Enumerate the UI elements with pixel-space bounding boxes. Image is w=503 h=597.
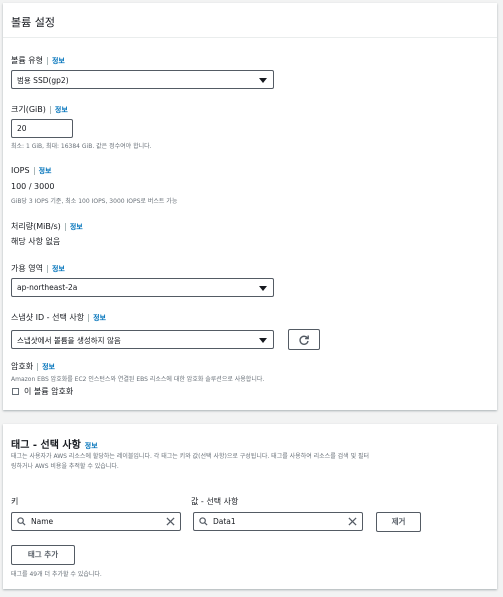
clear-icon[interactable]	[348, 517, 357, 526]
snapshot-info-link[interactable]: 정보	[88, 314, 106, 322]
tags-description-line2: 링하거나 AWS 비용을 추적할 수 있습니다.	[11, 463, 119, 470]
refresh-snapshots-button[interactable]	[288, 329, 320, 350]
encryption-label-row: 암호화 정보	[11, 361, 55, 372]
tag-value-input[interactable]: Data1	[193, 512, 363, 531]
size-value: 20	[17, 124, 27, 133]
encryption-hint: Amazon EBS 암호화를 EC2 인스턴스와 연결된 EBS 리소스에 대…	[11, 376, 265, 383]
clear-icon[interactable]	[166, 517, 175, 526]
volume-type-value: 범용 SSD(gp2)	[17, 76, 69, 85]
size-hint: 최소: 1 GiB, 최대: 16384 GiB. 값은 정수여야 합니다.	[11, 143, 152, 150]
chevron-down-icon	[259, 338, 267, 343]
chevron-down-icon	[259, 286, 267, 291]
tag-value-value: Data1	[213, 517, 236, 526]
availability-zone-select[interactable]: ap-northeast-2a	[11, 278, 274, 297]
snapshot-select[interactable]: 스냅샷에서 볼륨을 생성하지 않음	[11, 330, 274, 349]
volume-type-label: 볼륨 유형	[11, 56, 43, 65]
availability-zone-value: ap-northeast-2a	[17, 283, 78, 292]
volume-type-label-row: 볼륨 유형 정보	[11, 55, 65, 66]
tags-panel: 태그 - 선택 사항 정보 태그는 사용자가 AWS 리소스에 할당하는 레이블입…	[3, 424, 497, 589]
iops-value: 100 / 3000	[11, 182, 55, 191]
search-icon	[17, 517, 26, 526]
throughput-value: 해당 사항 없음	[11, 237, 61, 246]
search-icon	[199, 517, 208, 526]
iops-label: IOPS	[11, 166, 30, 175]
snapshot-label-row: 스냅샷 ID - 선택 사항 정보	[11, 312, 106, 323]
tags-description-line1: 태그는 사용자가 AWS 리소스에 할당하는 레이블입니다. 각 태그는 키와 …	[11, 453, 370, 460]
size-label-row: 크기(GiB) 정보	[11, 104, 68, 115]
chevron-down-icon	[259, 78, 267, 83]
tags-title-row: 태그 - 선택 사항 정보	[11, 436, 98, 451]
size-info-link[interactable]: 정보	[49, 106, 68, 114]
encryption-info-link[interactable]: 정보	[37, 363, 55, 371]
encrypt-volume-label: 이 볼륨 암호화	[24, 387, 74, 396]
encryption-label: 암호화	[11, 362, 34, 371]
tags-title: 태그 - 선택 사항	[11, 440, 81, 451]
throughput-info-link[interactable]: 정보	[64, 223, 83, 231]
az-label: 가용 영역	[11, 264, 43, 273]
volume-settings-panel: 볼륨 설정 볼륨 유형 정보 범용 SSD(gp2) 크기(GiB) 정보 20 최…	[3, 3, 497, 410]
snapshot-value: 스냅샷에서 볼륨을 생성하지 않음	[17, 336, 121, 345]
tag-key-label: 키	[11, 497, 19, 506]
volume-settings-header: 볼륨 설정	[3, 3, 497, 38]
encrypt-volume-checkbox[interactable]	[12, 388, 19, 395]
snapshot-label: 스냅샷 ID - 선택 사항	[11, 313, 85, 322]
throughput-label: 처리량(MiB/s)	[11, 222, 61, 231]
volume-type-select[interactable]: 범용 SSD(gp2)	[11, 70, 274, 89]
size-label: 크기(GiB)	[11, 105, 46, 114]
tags-remaining-hint: 태그를 49개 더 추가할 수 있습니다.	[11, 571, 102, 578]
size-input[interactable]: 20	[11, 119, 73, 138]
tags-info-link[interactable]: 정보	[85, 442, 98, 450]
volume-type-info-link[interactable]: 정보	[46, 57, 65, 65]
tag-key-input[interactable]: Name	[11, 512, 181, 531]
volume-settings-title: 볼륨 설정	[11, 16, 55, 29]
tag-value-label: 값 - 선택 사항	[191, 497, 239, 506]
az-info-link[interactable]: 정보	[46, 265, 65, 273]
iops-label-row: IOPS 정보	[11, 166, 52, 176]
iops-hint: GiB당 3 IOPS 기준, 최소 100 IOPS, 3000 IOPS로 …	[11, 198, 178, 205]
remove-tag-button[interactable]: 제거	[376, 512, 421, 532]
add-tag-button[interactable]: 태그 추가	[11, 545, 75, 565]
az-label-row: 가용 영역 정보	[11, 263, 65, 274]
tag-key-value: Name	[31, 517, 54, 526]
iops-info-link[interactable]: 정보	[33, 167, 52, 175]
refresh-icon	[299, 335, 309, 345]
throughput-label-row: 처리량(MiB/s) 정보	[11, 221, 83, 232]
